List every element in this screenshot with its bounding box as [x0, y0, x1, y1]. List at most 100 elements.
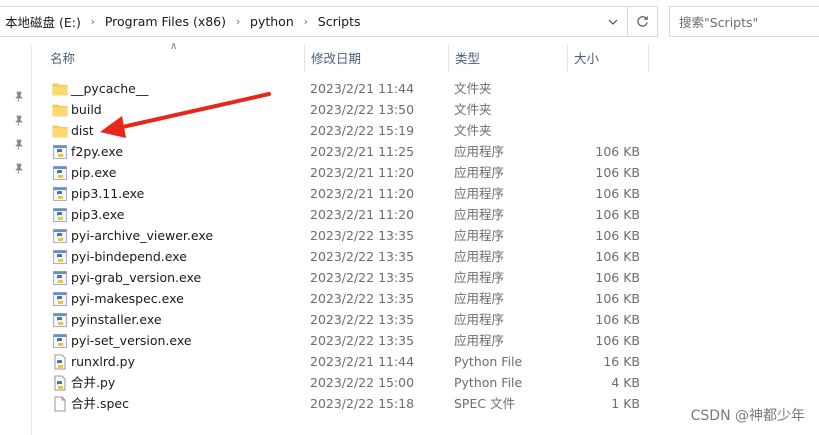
breadcrumb-scripts[interactable]: Scripts [315, 14, 364, 29]
file-date: 2023/2/22 13:35 [310, 228, 415, 243]
file-row[interactable]: build 2023/2/22 13:50 文件夹 [32, 99, 652, 120]
file-name: pyi-set_version.exe [71, 333, 192, 348]
python-file-icon [52, 375, 68, 391]
file-date: 2023/2/22 15:00 [310, 375, 415, 390]
folder-icon [52, 81, 68, 97]
file-row[interactable]: 合并.py 2023/2/22 15:00 Python File 4 KB [32, 372, 652, 393]
file-row[interactable]: pyi-grab_version.exe 2023/2/22 13:35 应用程… [32, 267, 652, 288]
pin-icon[interactable] [13, 163, 25, 175]
column-header: ∧ 名称 修改日期 类型 大小 [32, 41, 652, 72]
file-size: 106 KB [595, 165, 640, 180]
file-name: __pycache__ [71, 81, 149, 96]
chevron-right-icon[interactable]: › [84, 15, 102, 28]
watermark: CSDN @神都少年 [690, 408, 805, 424]
file-row[interactable]: pyinstaller.exe 2023/2/22 13:35 应用程序 106… [32, 309, 652, 330]
file-row[interactable]: pip.exe 2023/2/21 11:20 应用程序 106 KB [32, 162, 652, 183]
file-row[interactable]: f2py.exe 2023/2/21 11:25 应用程序 106 KB [32, 141, 652, 162]
file-name: pyi-bindepend.exe [71, 249, 187, 264]
python-exe-icon [52, 186, 68, 202]
file-name: 合并.spec [71, 396, 129, 411]
column-size-header[interactable]: 大小 [568, 45, 649, 72]
file-type: 应用程序 [454, 228, 505, 243]
python-exe-icon [52, 333, 68, 349]
chevron-right-icon[interactable]: › [297, 15, 315, 28]
breadcrumb-program-files[interactable]: Program Files (x86) [102, 14, 229, 29]
python-exe-icon [52, 312, 68, 328]
file-type: 应用程序 [454, 312, 505, 327]
file-row[interactable]: __pycache__ 2023/2/21 11:44 文件夹 [32, 78, 652, 99]
file-row[interactable]: pyi-set_version.exe 2023/2/22 13:35 应用程序… [32, 330, 652, 351]
column-type-header[interactable]: 类型 [449, 45, 568, 72]
python-exe-icon [52, 144, 68, 160]
file-name: pyinstaller.exe [71, 312, 162, 327]
search-placeholder: 搜索"Scripts" [679, 15, 759, 30]
file-row[interactable]: pyi-bindepend.exe 2023/2/22 13:35 应用程序 1… [32, 246, 652, 267]
breadcrumb-drive[interactable]: 本地磁盘 (E:) [2, 12, 84, 31]
history-dropdown-button[interactable] [599, 7, 627, 36]
breadcrumb: 本地磁盘 (E:) › Program Files (x86) › python… [0, 7, 599, 36]
pin-icon[interactable] [13, 91, 25, 103]
file-name: pip3.exe [71, 207, 125, 222]
file-name: pyi-grab_version.exe [71, 270, 202, 285]
file-type: 应用程序 [454, 165, 505, 180]
file-row[interactable]: pyi-makespec.exe 2023/2/22 13:35 应用程序 10… [32, 288, 652, 309]
file-date: 2023/2/22 15:18 [310, 396, 415, 411]
file-list: __pycache__ 2023/2/21 11:44 文件夹 build 20… [32, 78, 652, 414]
quick-access-strip [0, 45, 32, 435]
file-size: 106 KB [595, 291, 640, 306]
file-size: 106 KB [595, 144, 640, 159]
folder-icon [52, 102, 68, 118]
file-name: pip.exe [71, 165, 117, 180]
file-size: 106 KB [595, 270, 640, 285]
python-exe-icon [52, 291, 68, 307]
file-type: 应用程序 [454, 270, 505, 285]
file-size: 16 KB [603, 354, 640, 369]
file-name: dist [71, 123, 94, 138]
file-date: 2023/2/21 11:25 [310, 144, 415, 159]
file-name: pyi-archive_viewer.exe [71, 228, 214, 243]
python-exe-icon [52, 249, 68, 265]
file-row[interactable]: dist 2023/2/22 15:19 文件夹 [32, 120, 652, 141]
file-size [572, 120, 640, 141]
file-size: 4 KB [611, 375, 640, 390]
refresh-button[interactable] [627, 7, 657, 36]
file-row[interactable]: pip3.exe 2023/2/21 11:20 应用程序 106 KB [32, 204, 652, 225]
file-size [572, 99, 640, 120]
file-date: 2023/2/21 11:44 [310, 81, 415, 96]
file-date: 2023/2/21 11:20 [310, 207, 415, 222]
breadcrumb-python[interactable]: python [247, 14, 297, 29]
column-name-header[interactable]: 名称 [44, 45, 305, 72]
file-date: 2023/2/22 13:50 [310, 102, 415, 117]
search-input[interactable]: 搜索"Scripts" [669, 6, 819, 37]
file-type: 文件夹 [454, 81, 492, 96]
file-row[interactable]: 合并.spec 2023/2/22 15:18 SPEC 文件 1 KB [32, 393, 652, 414]
file-type: Python File [454, 375, 523, 390]
python-exe-icon [52, 228, 68, 244]
file-size [572, 78, 640, 99]
folder-icon [52, 123, 68, 139]
pin-icon[interactable] [13, 139, 25, 151]
file-row[interactable]: runxlrd.py 2023/2/21 11:44 Python File 1… [32, 351, 652, 372]
file-name: pyi-makespec.exe [71, 291, 184, 306]
file-type: Python File [454, 354, 523, 369]
file-type: 应用程序 [454, 144, 505, 159]
file-size: 106 KB [595, 228, 640, 243]
column-date-header[interactable]: 修改日期 [305, 45, 449, 72]
file-date: 2023/2/22 13:35 [310, 291, 415, 306]
file-row[interactable]: pyi-archive_viewer.exe 2023/2/22 13:35 应… [32, 225, 652, 246]
file-type: 应用程序 [454, 249, 505, 264]
file-type: 应用程序 [454, 207, 505, 222]
pin-icon[interactable] [13, 115, 25, 127]
file-row[interactable]: pip3.11.exe 2023/2/21 11:20 应用程序 106 KB [32, 183, 652, 204]
file-date: 2023/2/22 15:19 [310, 123, 415, 138]
file-date: 2023/2/22 13:35 [310, 312, 415, 327]
file-size: 106 KB [595, 249, 640, 264]
address-bar[interactable]: 本地磁盘 (E:) › Program Files (x86) › python… [0, 6, 658, 37]
file-name: build [71, 102, 102, 117]
file-date: 2023/2/22 13:35 [310, 333, 415, 348]
chevron-right-icon[interactable]: › [229, 15, 247, 28]
python-exe-icon [52, 207, 68, 223]
file-type: 应用程序 [454, 186, 505, 201]
python-file-icon [52, 354, 68, 370]
refresh-icon [637, 16, 648, 27]
